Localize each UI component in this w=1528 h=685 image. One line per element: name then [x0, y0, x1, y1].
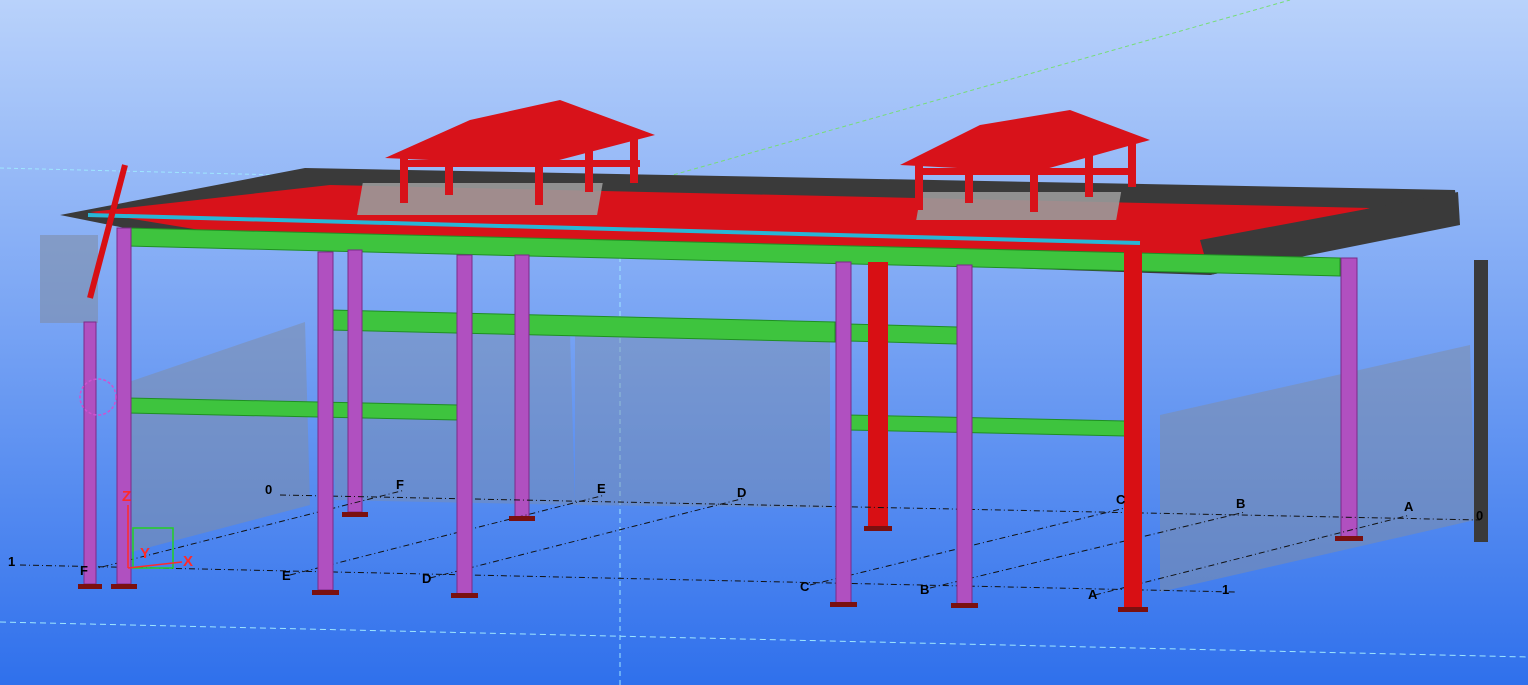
- grid-label-front: A: [1088, 587, 1098, 602]
- grid-label-back: D: [737, 485, 746, 500]
- grid-label-front: 1: [8, 554, 15, 569]
- roof-opening-1: [357, 183, 603, 215]
- base-plate: [1335, 536, 1363, 541]
- base-plate: [864, 526, 892, 531]
- wall-mid: [575, 333, 830, 508]
- base-plate: [830, 602, 857, 607]
- base-plate: [78, 584, 102, 589]
- grid-label-back: E: [597, 481, 606, 496]
- column-back: [868, 262, 888, 527]
- column-front: [835, 261, 852, 605]
- column-front: [456, 254, 473, 596]
- steel-structure-scene[interactable]: 1 F E D C B A 1 0 F E D C B A 0 Z Y X: [0, 0, 1528, 685]
- column-front: [956, 264, 973, 606]
- wall-panel-left-top: [40, 235, 98, 323]
- base-plate: [951, 603, 978, 608]
- grid-label-front: D: [422, 571, 431, 586]
- base-plate: [342, 512, 368, 517]
- grid-label-front: 1: [1222, 582, 1229, 597]
- column-front: [1124, 250, 1142, 610]
- column-back: [514, 254, 530, 518]
- monitor-2-post: [1128, 142, 1136, 187]
- grid-label-back: C: [1116, 492, 1126, 507]
- girt-upper-right: [847, 323, 958, 345]
- monitor-2-post: [1030, 170, 1038, 212]
- column-front: [83, 321, 97, 585]
- column-front: [116, 227, 132, 585]
- monitor-1-post: [445, 150, 453, 195]
- base-plate: [312, 590, 339, 595]
- monitor-2-post: [965, 158, 973, 203]
- grid-label-front: F: [80, 563, 88, 578]
- grid-label-back: A: [1404, 499, 1414, 514]
- monitor-2-post: [1085, 155, 1093, 197]
- grid-label-back: F: [396, 477, 404, 492]
- base-plate: [451, 593, 478, 598]
- grid-label-front: E: [282, 568, 291, 583]
- grid-label-back: 0: [265, 482, 272, 497]
- monitor-1-beam: [400, 160, 640, 167]
- monitor-1-post: [535, 163, 543, 205]
- axis-y-label: Y: [140, 545, 150, 562]
- axis-z-label: Z: [122, 488, 131, 505]
- model-3d-viewport[interactable]: 1 F E D C B A 1 0 F E D C B A 0 Z Y X: [0, 0, 1528, 685]
- grid-label-front: C: [800, 579, 810, 594]
- base-plate: [111, 584, 137, 589]
- wall-panel-right: [1474, 260, 1488, 542]
- axis-x-label: X: [183, 553, 193, 570]
- monitor-2-beam: [915, 168, 1135, 175]
- base-plate: [1118, 607, 1148, 612]
- base-plate: [509, 516, 535, 521]
- column-back: [347, 249, 363, 513]
- grid-label-back: B: [1236, 496, 1245, 511]
- monitor-1-post: [585, 150, 593, 192]
- column-front: [317, 251, 334, 591]
- grid-label-front: B: [920, 582, 929, 597]
- grid-label-back: 0: [1476, 508, 1483, 523]
- column-back: [1340, 257, 1358, 539]
